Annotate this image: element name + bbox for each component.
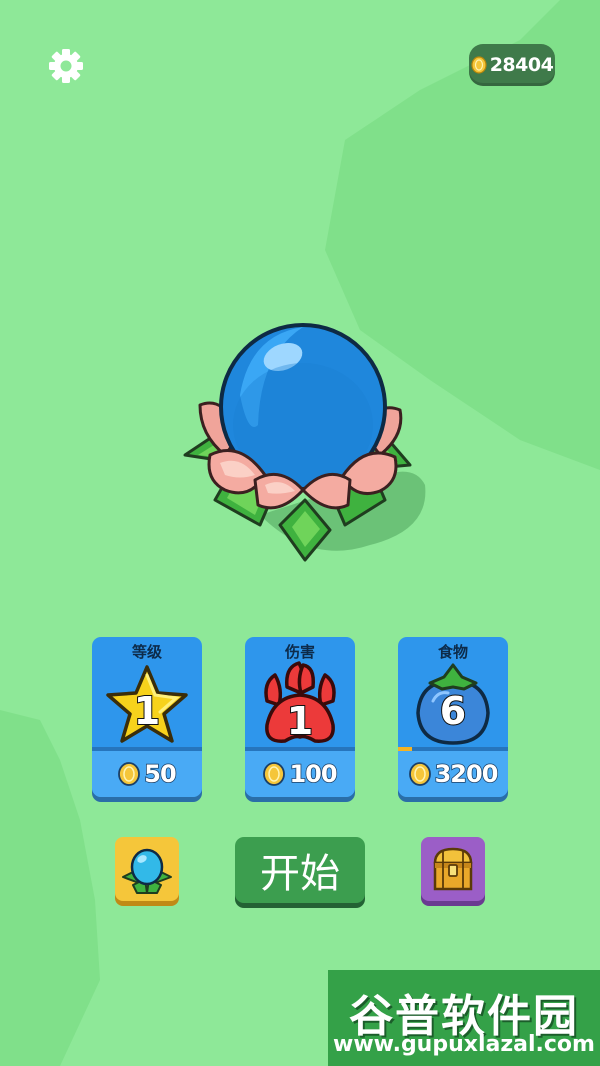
card-price: 100 (245, 751, 355, 797)
card-level-value: 1 (133, 688, 161, 734)
coin-icon (263, 762, 286, 786)
price-label: 100 (289, 759, 339, 789)
chest-button[interactable] (421, 837, 485, 901)
card-price: 3200 (398, 751, 508, 797)
upgrade-card-food[interactable]: 食物 6 3200 (398, 637, 508, 797)
card-body: 食物 6 3200 (398, 637, 508, 797)
price-label: 50 (144, 759, 178, 789)
coin-balance: 28404 (469, 44, 555, 86)
blue-egg-in-lotus-icon (183, 323, 426, 562)
card-title: 等级 (131, 643, 162, 661)
treasure-chest-icon (433, 847, 473, 891)
card-body: 等级 1 50 (92, 637, 202, 797)
coin-amount: 28404 (489, 54, 554, 76)
card-food-value: 6 (439, 688, 467, 734)
upgrade-card-level[interactable]: 等级 1 50 (92, 637, 202, 797)
upgrade-card-damage[interactable]: 伤害 1 100 (245, 637, 355, 797)
card-damage-value: 1 (286, 698, 314, 744)
start-button[interactable]: 开始 (235, 837, 365, 903)
price-label: 3200 (434, 759, 499, 789)
watermark-url: www.gupuxlazal.com (333, 1032, 595, 1057)
coin-icon (408, 762, 431, 786)
egg-button[interactable] (115, 837, 179, 901)
card-title: 伤害 (284, 643, 315, 661)
coin-icon (471, 56, 487, 74)
settings-button[interactable] (46, 46, 86, 86)
watermark: 谷普软件园 www.gupuxlazal.com (328, 970, 600, 1066)
card-price: 50 (92, 751, 202, 797)
pet-egg[interactable] (170, 315, 440, 575)
coin-icon (118, 762, 141, 786)
card-title: 食物 (437, 643, 468, 661)
gear-icon (49, 49, 83, 83)
egg-icon (122, 848, 172, 894)
card-body: 伤害 1 100 (245, 637, 355, 797)
